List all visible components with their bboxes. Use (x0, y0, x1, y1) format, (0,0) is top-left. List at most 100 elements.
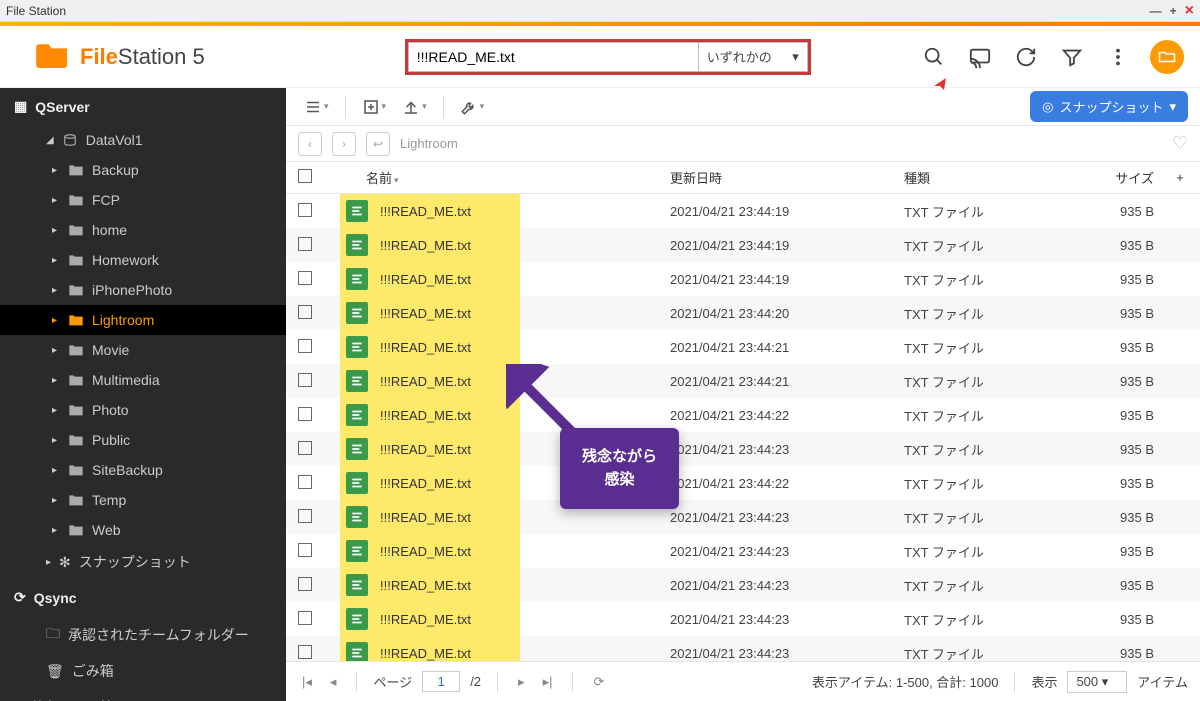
search-filter-select[interactable]: いずれかの ▾ (698, 42, 808, 72)
sidebar-item-multimedia[interactable]: ▸Multimedia (0, 365, 286, 395)
sidebar-trash[interactable]: 🗑 ごみ箱 (0, 654, 286, 688)
more-icon[interactable] (1104, 43, 1132, 71)
display-count-select[interactable]: 500 ▾ (1067, 671, 1127, 693)
row-checkbox[interactable] (298, 237, 312, 251)
create-button[interactable]: ▾ (356, 94, 393, 120)
file-size: 935 B (1084, 510, 1172, 525)
snapshot-button[interactable]: ◎ スナップショット ▾ (1030, 91, 1188, 122)
file-date: 2021/04/21 23:44:21 (670, 340, 904, 355)
close-icon[interactable]: × (1185, 2, 1194, 20)
file-type: TXT ファイル (904, 406, 1084, 425)
maximize-icon[interactable]: + (1170, 4, 1177, 18)
next-page-button[interactable]: ▸ (514, 672, 529, 692)
nav-forward-button[interactable]: › (332, 132, 356, 156)
row-checkbox[interactable] (298, 441, 312, 455)
minimize-icon[interactable]: — (1150, 4, 1162, 18)
search-icon[interactable] (920, 43, 948, 71)
select-all-checkbox[interactable] (298, 169, 312, 183)
column-date[interactable]: 更新日時 (670, 168, 904, 187)
file-date: 2021/04/21 23:44:23 (670, 646, 904, 661)
table-row[interactable]: !!!READ_ME.txt2021/04/21 23:44:23TXT ファイ… (286, 500, 1200, 534)
row-checkbox[interactable] (298, 611, 312, 625)
nav-up-button[interactable]: ↩ (366, 132, 390, 156)
sidebar-item-web[interactable]: ▸Web (0, 515, 286, 545)
text-file-icon (346, 506, 368, 528)
row-checkbox[interactable] (298, 339, 312, 353)
trash-icon: 🗑 (46, 663, 64, 680)
table-row[interactable]: !!!READ_ME.txt2021/04/21 23:44:23TXT ファイ… (286, 432, 1200, 466)
expand-icon: ▸ (52, 345, 57, 356)
table-row[interactable]: !!!READ_ME.txt2021/04/21 23:44:22TXT ファイ… (286, 398, 1200, 432)
filter-icon[interactable] (1058, 43, 1086, 71)
row-checkbox[interactable] (298, 577, 312, 591)
first-page-button[interactable]: |◂ (298, 672, 316, 692)
row-checkbox[interactable] (298, 305, 312, 319)
expand-icon: ▸ (52, 255, 57, 266)
sidebar-shared-links[interactable]: < 共有リンク管理 (0, 688, 286, 701)
file-type: TXT ファイル (904, 338, 1084, 357)
sidebar-team-folder[interactable]: 🗀 承認されたチームフォルダー (0, 616, 286, 654)
sidebar-item-public[interactable]: ▸Public (0, 425, 286, 455)
last-page-button[interactable]: ▸| (539, 672, 557, 692)
row-checkbox[interactable] (298, 407, 312, 421)
nav-back-button[interactable]: ‹ (298, 132, 322, 156)
sidebar-item-fcp[interactable]: ▸FCP (0, 185, 286, 215)
prev-page-button[interactable]: ◂ (326, 672, 341, 692)
table-row[interactable]: !!!READ_ME.txt2021/04/21 23:44:19TXT ファイ… (286, 228, 1200, 262)
row-checkbox[interactable] (298, 475, 312, 489)
favorite-icon[interactable]: ♡ (1172, 133, 1188, 154)
search-input[interactable] (408, 42, 698, 72)
sidebar-item-iphonephoto[interactable]: ▸iPhonePhoto (0, 275, 286, 305)
expand-icon: ▸ (52, 225, 57, 236)
row-checkbox[interactable] (298, 373, 312, 387)
file-name: !!!READ_ME.txt (380, 340, 471, 355)
row-checkbox[interactable] (298, 509, 312, 523)
file-size: 935 B (1084, 408, 1172, 423)
sidebar-item-homework[interactable]: ▸Homework (0, 245, 286, 275)
sidebar-item-movie[interactable]: ▸Movie (0, 335, 286, 365)
tools-button[interactable]: ▾ (454, 94, 491, 120)
text-file-icon (346, 472, 368, 494)
view-mode-button[interactable]: ▾ (298, 94, 335, 120)
sidebar-qsync[interactable]: ⟳ Qsync (0, 579, 286, 616)
table-row[interactable]: !!!READ_ME.txt2021/04/21 23:44:19TXT ファイ… (286, 194, 1200, 228)
row-checkbox[interactable] (298, 203, 312, 217)
table-row[interactable]: !!!READ_ME.txt2021/04/21 23:44:23TXT ファイ… (286, 636, 1200, 661)
column-type[interactable]: 種類 (904, 168, 1084, 187)
app-badge-icon[interactable] (1150, 40, 1184, 74)
column-size[interactable]: サイズ (1084, 168, 1172, 187)
sidebar-volume[interactable]: ◢ DataVol1 (0, 125, 286, 155)
sidebar-item-sitebackup[interactable]: ▸SiteBackup (0, 455, 286, 485)
row-checkbox[interactable] (298, 543, 312, 557)
sidebar-item-photo[interactable]: ▸Photo (0, 395, 286, 425)
table-row[interactable]: !!!READ_ME.txt2021/04/21 23:44:19TXT ファイ… (286, 262, 1200, 296)
row-checkbox[interactable] (298, 271, 312, 285)
sidebar: ▦ QServer ◢ DataVol1 ▸Backup▸FCP▸home▸Ho… (0, 88, 286, 701)
sidebar-server[interactable]: ▦ QServer (0, 88, 286, 125)
table-row[interactable]: !!!READ_ME.txt2021/04/21 23:44:23TXT ファイ… (286, 568, 1200, 602)
sidebar-item-home[interactable]: ▸home (0, 215, 286, 245)
table-row[interactable]: !!!READ_ME.txt2021/04/21 23:44:23TXT ファイ… (286, 602, 1200, 636)
table-row[interactable]: !!!READ_ME.txt2021/04/21 23:44:23TXT ファイ… (286, 534, 1200, 568)
column-name[interactable]: 名前▾ (340, 168, 670, 187)
file-type: TXT ファイル (904, 542, 1084, 561)
sidebar-snapshot[interactable]: ▸ ✻ スナップショット (0, 545, 286, 579)
table-row[interactable]: !!!READ_ME.txt2021/04/21 23:44:21TXT ファイ… (286, 364, 1200, 398)
add-column-button[interactable]: + (1172, 170, 1188, 185)
refresh-list-button[interactable]: ⟳ (589, 672, 608, 692)
table-row[interactable]: !!!READ_ME.txt2021/04/21 23:44:20TXT ファイ… (286, 296, 1200, 330)
file-name: !!!READ_ME.txt (380, 510, 471, 525)
table-row[interactable]: !!!READ_ME.txt2021/04/21 23:44:22TXT ファイ… (286, 466, 1200, 500)
file-size: 935 B (1084, 476, 1172, 491)
upload-button[interactable]: ▾ (396, 94, 433, 120)
page-input[interactable] (422, 671, 460, 692)
file-name: !!!READ_ME.txt (380, 238, 471, 253)
row-checkbox[interactable] (298, 645, 312, 659)
table-row[interactable]: !!!READ_ME.txt 2021/04/21 23:44:21TXT ファイ… (286, 330, 1200, 364)
refresh-icon[interactable] (1012, 43, 1040, 71)
cast-icon[interactable] (966, 43, 994, 71)
file-size: 935 B (1084, 340, 1172, 355)
sidebar-item-temp[interactable]: ▸Temp (0, 485, 286, 515)
sidebar-item-lightroom[interactable]: ▸Lightroom (0, 305, 286, 335)
sidebar-item-backup[interactable]: ▸Backup (0, 155, 286, 185)
